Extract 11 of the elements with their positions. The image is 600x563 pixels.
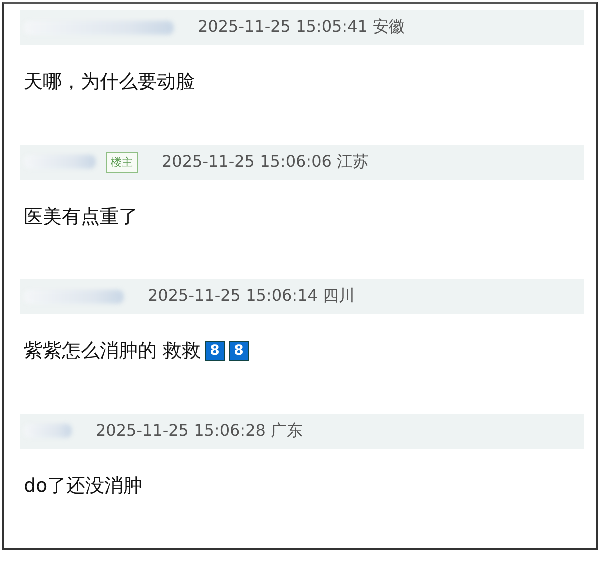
comment-text: 医美有点重了 [24,204,138,230]
keycap-emoji: 8 [229,341,250,361]
comment-meta: 2025-11-25 15:06:28 广东 [96,420,304,442]
comment-meta: 2025-11-25 15:05:41 安徽 [198,17,406,38]
comment-text: do了还没消肿 [24,474,143,498]
comment-text: 紫紫怎么消肿的 救救 [24,339,202,364]
keycap-emoji: 8 [205,341,226,361]
author-badge: 楼主 [106,152,138,172]
comment-text: 天哪，为什么要动脸 [24,70,195,95]
comment-meta: 2025-11-25 15:06:06 江苏 [162,152,370,172]
comment-meta: 2025-11-25 15:06:14 四川 [148,286,356,307]
